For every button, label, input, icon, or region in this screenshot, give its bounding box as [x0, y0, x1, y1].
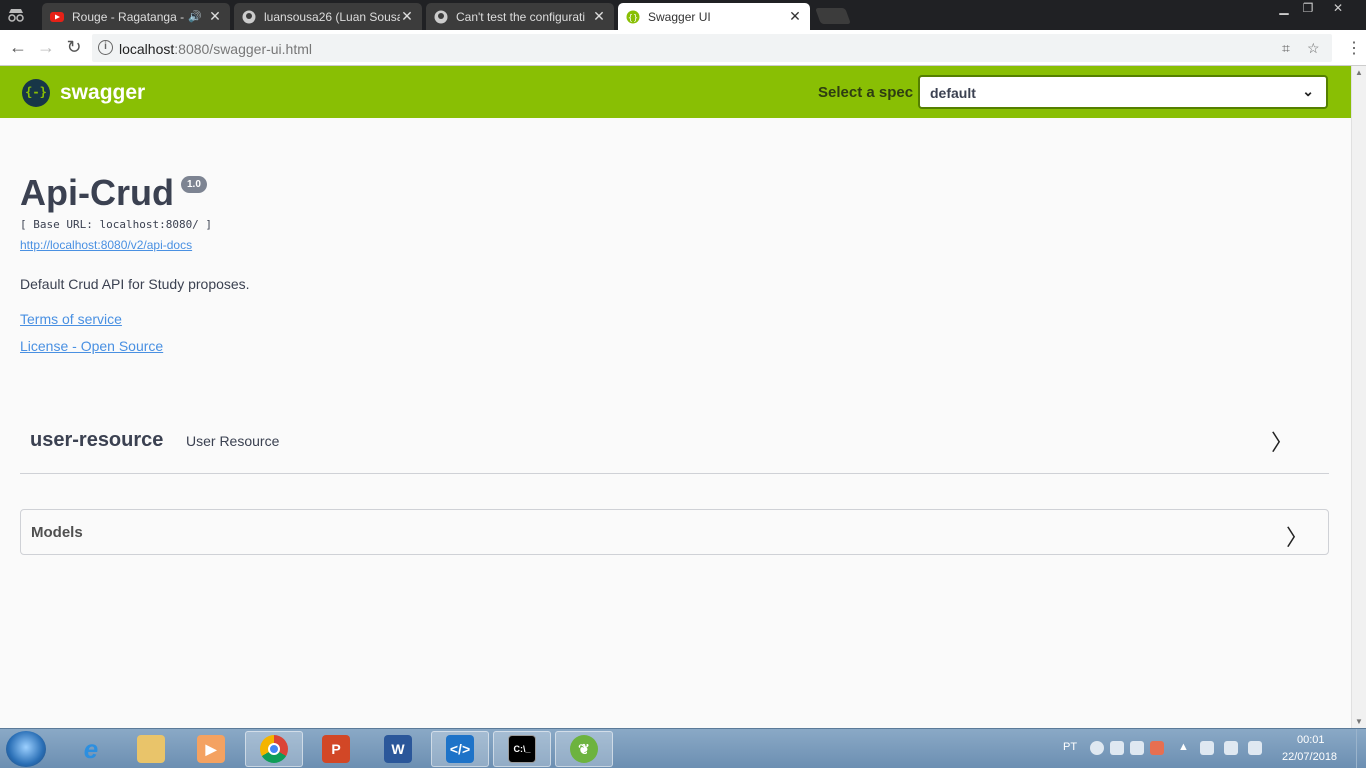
reload-icon[interactable]: ↻: [64, 38, 84, 58]
api-description: Default Crud API for Study proposes.: [20, 276, 250, 292]
models-title[interactable]: Models: [31, 524, 83, 541]
tab-youtube[interactable]: Rouge - Ragatanga - 🔊 ✕: [42, 3, 230, 30]
taskbar-ie[interactable]: e: [62, 731, 120, 767]
tab-title: luansousa26 (Luan Sousa: [264, 9, 400, 24]
taskbar-powerpoint[interactable]: P: [307, 731, 365, 767]
chrome-icon: [260, 735, 288, 763]
tag-user-resource[interactable]: user-resource User Resource 〉: [20, 410, 1329, 474]
vscode-icon: </>: [446, 735, 474, 763]
chevron-right-icon[interactable]: 〉: [1286, 520, 1308, 552]
info-icon[interactable]: i: [98, 40, 113, 55]
close-tab-icon[interactable]: ✕: [208, 8, 222, 25]
taskbar-word[interactable]: W: [369, 731, 427, 767]
spec-select[interactable]: default ⌄: [918, 75, 1328, 109]
spec-select-value: default: [930, 85, 976, 101]
api-title: Api-Crud: [20, 172, 174, 213]
base-url: [ Base URL: localhost:8080/ ]: [20, 218, 213, 231]
swagger-icon: {}: [626, 10, 640, 23]
chevron-right-icon[interactable]: 〉: [1271, 425, 1293, 457]
taskbar-chrome[interactable]: [245, 731, 303, 767]
swagger-logo-icon[interactable]: {-}: [22, 79, 50, 107]
back-arrow-icon[interactable]: ←: [8, 38, 28, 58]
tray-app-icon[interactable]: [1090, 741, 1104, 755]
cmd-icon: C:\_: [508, 735, 536, 763]
tab-swagger-ui[interactable]: {} Swagger UI ✕: [618, 3, 810, 30]
folder-icon: [137, 735, 165, 763]
github-icon: [434, 10, 448, 23]
taskbar-media-player[interactable]: ▶: [182, 731, 240, 767]
scroll-down-icon[interactable]: ▼: [1355, 717, 1363, 726]
url-host: localhost: [119, 41, 175, 57]
swagger-logo-text[interactable]: swagger: [60, 81, 145, 105]
tab-title: Can't test the configurati: [456, 9, 586, 24]
tag-name[interactable]: user-resource: [30, 429, 163, 452]
github-icon: [242, 10, 256, 23]
spring-icon: ❦: [570, 735, 598, 763]
api-docs-link[interactable]: http://localhost:8080/v2/api-docs: [20, 238, 192, 252]
action-center-icon[interactable]: [1200, 741, 1214, 755]
terms-of-service-link[interactable]: Terms of service: [20, 311, 122, 327]
address-bar[interactable]: i localhost:8080/swagger-ui.html ⌗ ☆: [92, 34, 1332, 62]
incognito-icon: [8, 9, 24, 22]
restore-button[interactable]: ❐: [1294, 1, 1322, 17]
tab-github-issue[interactable]: Can't test the configurati ✕: [426, 3, 614, 30]
page-scrollbar[interactable]: ▲ ▼: [1351, 66, 1366, 728]
swagger-topbar: {-} swagger Select a spec default ⌄: [0, 66, 1351, 118]
browser-menu-icon[interactable]: ⋮: [1346, 38, 1362, 58]
tab-title: Swagger UI: [648, 9, 711, 24]
powerpoint-icon: P: [322, 735, 350, 763]
clock-time[interactable]: 00:01: [1297, 734, 1325, 746]
taskbar-vscode[interactable]: </>: [431, 731, 489, 767]
browser-toolbar: ← → ↻ i localhost:8080/swagger-ui.html ⌗…: [0, 30, 1366, 66]
url-path: :8080/swagger-ui.html: [174, 41, 313, 57]
start-button[interactable]: [6, 731, 46, 767]
speaker-icon[interactable]: 🔊: [188, 10, 202, 23]
url-text[interactable]: localhost:8080/swagger-ui.html: [119, 41, 312, 57]
close-tab-icon[interactable]: ✕: [788, 8, 802, 25]
taskbar-cmd[interactable]: C:\_: [493, 731, 551, 767]
chevron-down-icon: ⌄: [1302, 83, 1314, 99]
word-icon: W: [384, 735, 412, 763]
version-badge: 1.0: [181, 176, 207, 193]
new-tab-button[interactable]: [815, 8, 851, 24]
forward-arrow-icon[interactable]: →: [36, 38, 56, 58]
windows-taskbar: e ▶ P W </> C:\_ ❦ PT ▲ 00:01 22/07/2018: [0, 728, 1366, 768]
clock-date[interactable]: 22/07/2018: [1282, 751, 1337, 763]
close-tab-icon[interactable]: ✕: [592, 8, 606, 25]
ie-icon: e: [83, 733, 99, 764]
tray-security-icon[interactable]: [1150, 741, 1164, 755]
volume-icon[interactable]: [1248, 741, 1262, 755]
taskbar-explorer[interactable]: [122, 731, 180, 767]
tag-description: User Resource: [186, 433, 280, 449]
scroll-up-icon[interactable]: ▲: [1355, 68, 1363, 77]
wifi-icon[interactable]: [1110, 741, 1124, 755]
spec-select-label: Select a spec: [818, 84, 914, 101]
show-desktop-button[interactable]: [1356, 729, 1366, 768]
tab-github-profile[interactable]: luansousa26 (Luan Sousa ✕: [234, 3, 422, 30]
svg-text:{}: {}: [628, 13, 638, 22]
bookmark-star-icon[interactable]: ☆: [1307, 40, 1320, 57]
close-window-button[interactable]: ✕: [1324, 1, 1352, 17]
translate-icon[interactable]: ⌗: [1282, 40, 1290, 57]
youtube-icon: [50, 11, 64, 22]
bluetooth-icon[interactable]: [1130, 741, 1144, 755]
tab-title: Rouge - Ragatanga -: [72, 9, 185, 24]
license-link[interactable]: License - Open Source: [20, 338, 163, 354]
language-indicator[interactable]: PT: [1063, 741, 1077, 753]
taskbar-spring[interactable]: ❦: [555, 731, 613, 767]
close-tab-icon[interactable]: ✕: [400, 8, 414, 25]
media-player-icon: ▶: [197, 735, 225, 763]
browser-tab-strip: Rouge - Ragatanga - 🔊 ✕ luansousa26 (Lua…: [0, 0, 1366, 30]
network-icon[interactable]: [1224, 741, 1238, 755]
show-hidden-icons[interactable]: ▲: [1178, 741, 1189, 753]
models-section[interactable]: Models 〉: [20, 509, 1329, 555]
